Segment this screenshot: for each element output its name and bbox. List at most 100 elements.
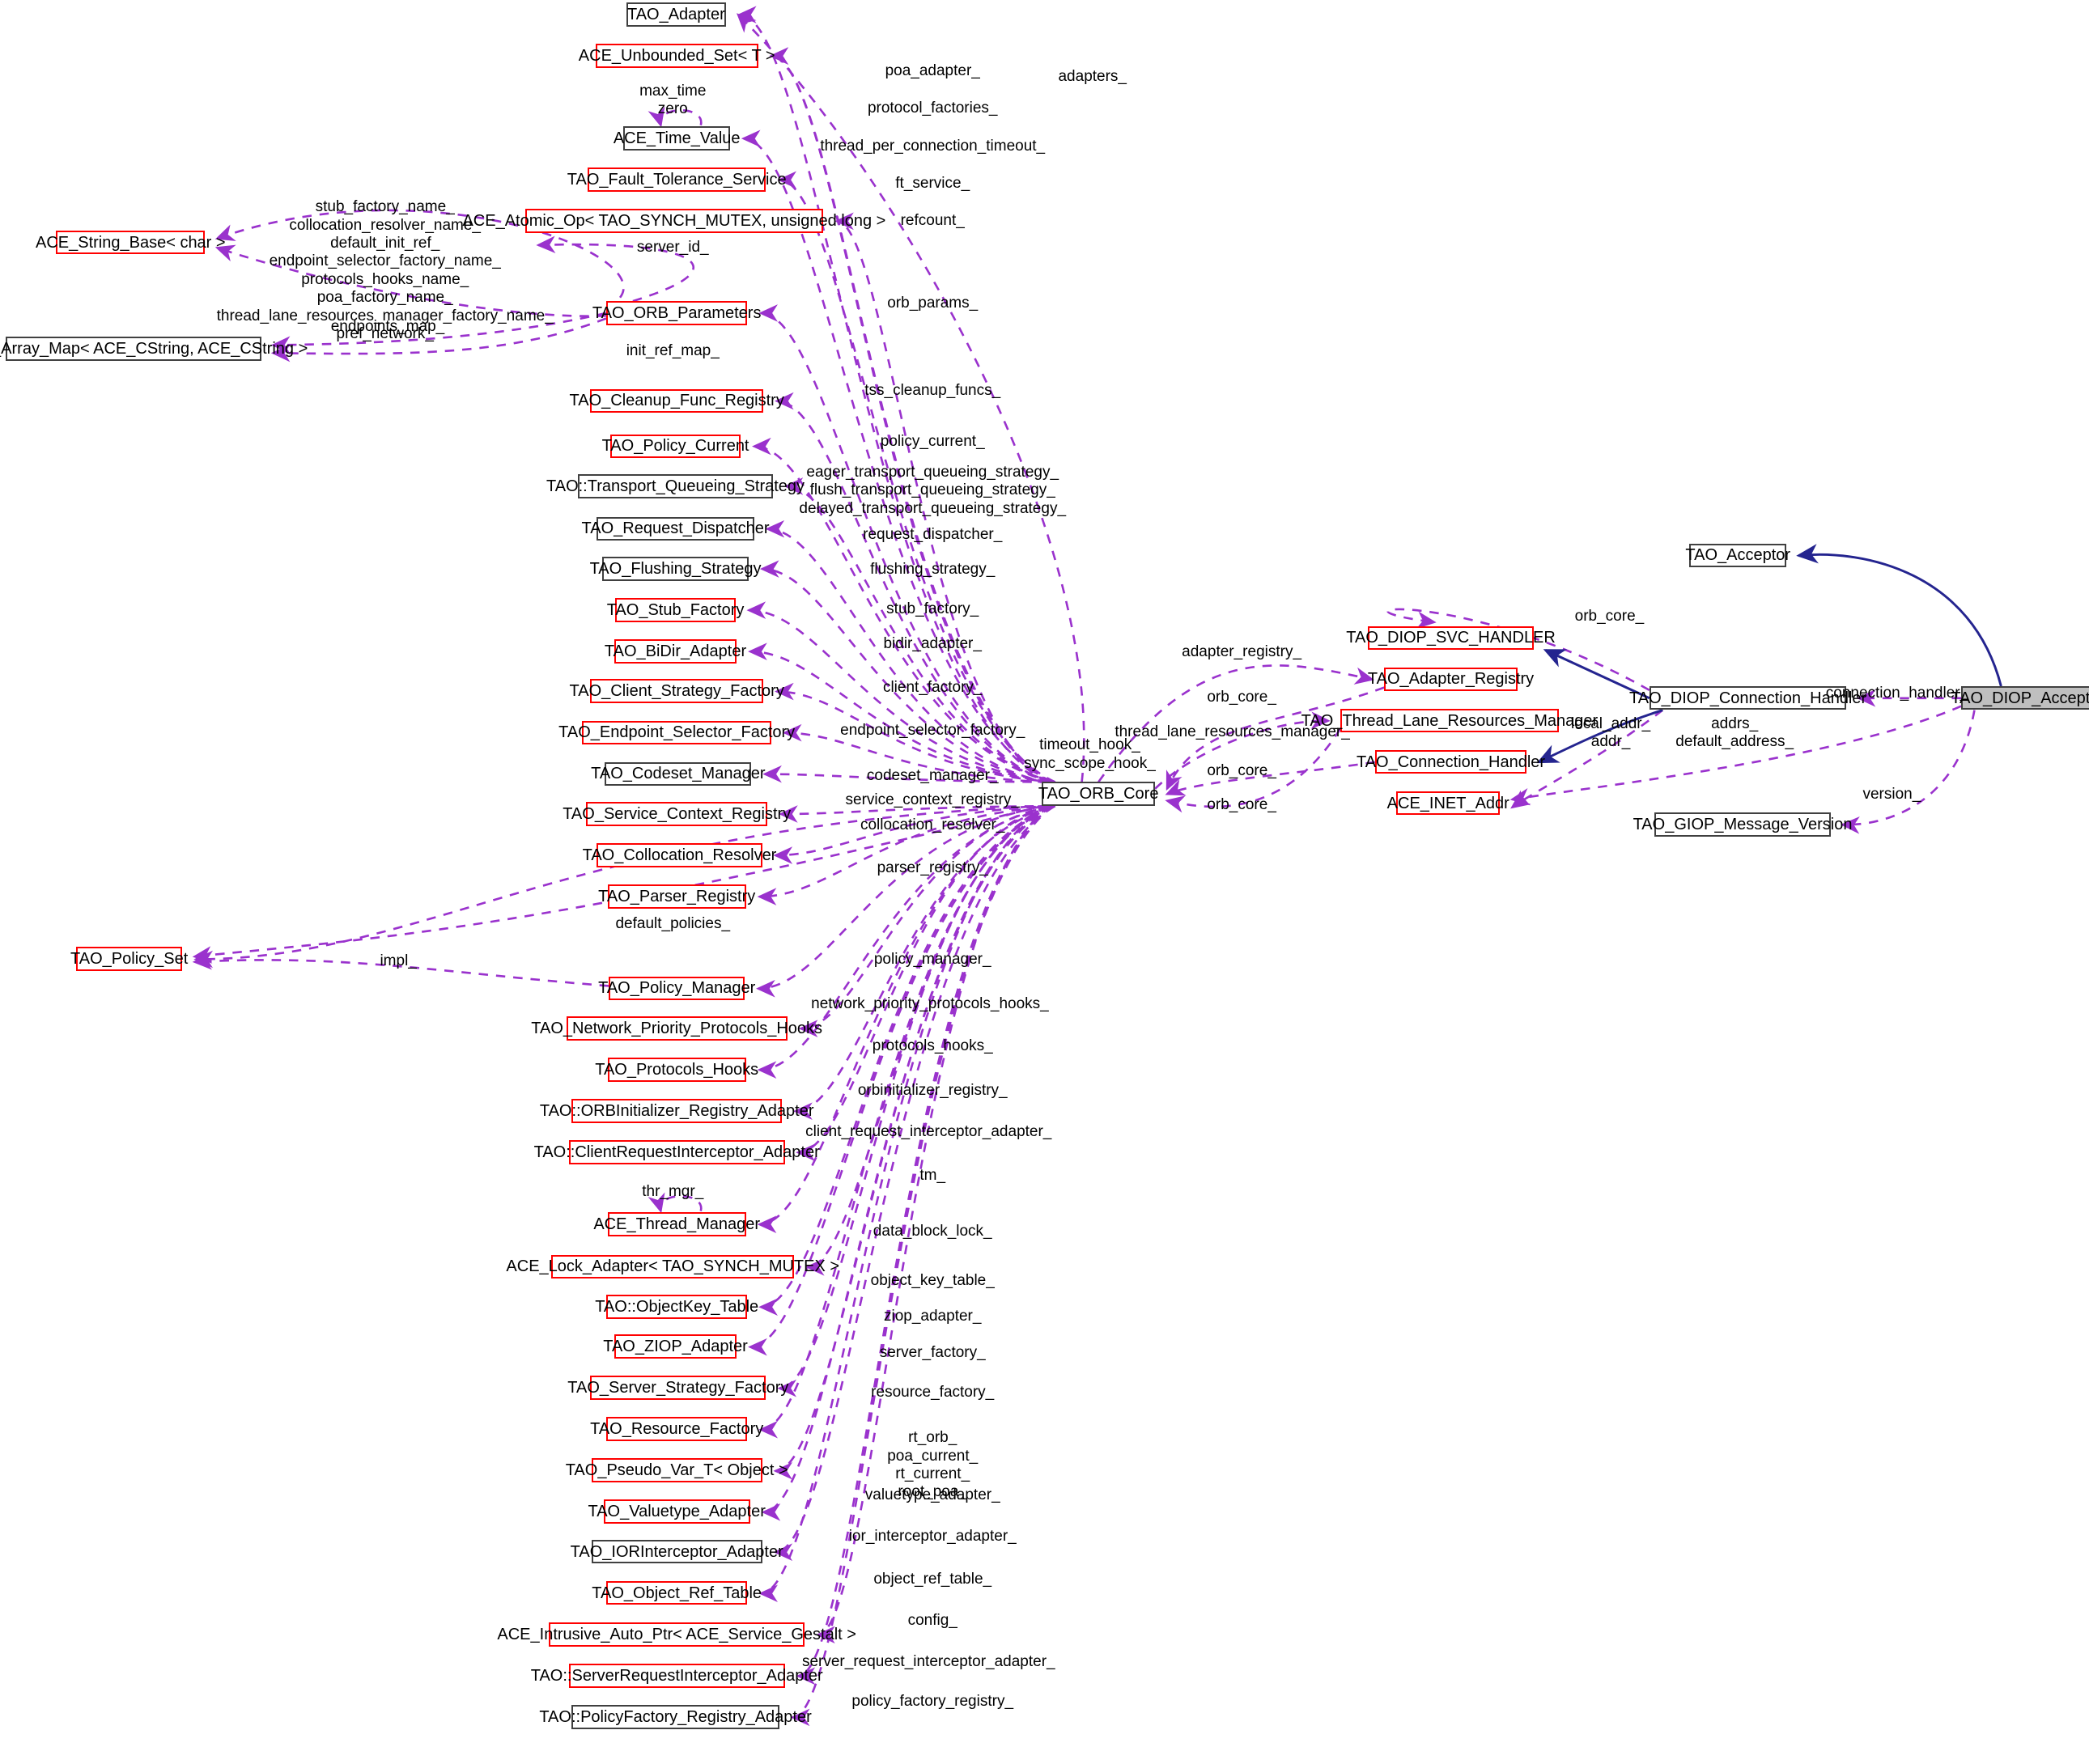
node-ace-lock-adapter[interactable]: ACE_Lock_Adapter< TAO_SYNCH_MUTEX > [506,1254,839,1279]
edge-label-transport-queueing: eager_transport_queueing_strategy_ flush… [799,463,1067,517]
node-tao-service-context-registry[interactable]: TAO_Service_Context_Registry [563,801,791,826]
node-tao-endpoint-selector-factory[interactable]: TAO_Endpoint_Selector_Factory [558,720,795,745]
edge-label-endpoints-map: endpoints_map_ [330,318,445,336]
node-tao-ziop-adapter[interactable]: TAO_ZIOP_Adapter [603,1334,748,1359]
edge-label-version: version_ [1862,786,1921,804]
node-tao-diop-acceptor[interactable]: TAO_DIOP_Acceptor [1951,685,2089,710]
edge-label-server-id: server_id_ [636,238,709,256]
node-tao-resource-factory[interactable]: TAO_Resource_Factory [590,1417,763,1442]
edge-label-orbinitializer-registry: orbinitializer_registry_ [857,1081,1008,1099]
edge-ace_unbounded_set [769,47,1052,783]
edge-label-parser-registry: parser_registry_ [877,859,988,876]
node-tao-policyfactory-registry-adapter[interactable]: TAO::PolicyFactory_Registry_Adapter [539,1704,812,1729]
edge-label-orb-core-1: orb_core_ [1207,689,1276,706]
edge-label-server-factory: server_factory_ [879,1343,986,1361]
edge-label-thread-lane-resources-manager: thread_lane_resources_manager_ [1115,723,1350,740]
node-tao-giop-message-version[interactable]: TAO_GIOP_Message_Version [1633,812,1852,837]
edge-label-adapter-registry: adapter_registry_ [1182,643,1302,661]
node-ace-string-base[interactable]: ACE_String_Base< char > [36,230,226,255]
edge-label-policy-current: policy_current_ [880,432,985,450]
edge-label-orb-core-3: orb_core_ [1207,796,1276,814]
node-tao-acceptor[interactable]: TAO_Acceptor [1685,543,1790,568]
edge-label-max-time-zero: max_time zero [639,83,707,118]
node-tao-transport-queueing-strategy[interactable]: TAO::Transport_Queueing_Strategy [546,473,805,498]
node-ace-inet-addr[interactable]: ACE_INET_Addr [1387,791,1509,816]
node-tao-serverrequestinterceptor-adapter[interactable]: TAO::ServerRequestInterceptor_Adapter [531,1663,823,1688]
node-tao-orbinitializer-registry-adapter[interactable]: TAO::ORBInitializer_Registry_Adapter [540,1098,814,1123]
node-tao-diop-connection-handler[interactable]: TAO_DIOP_Connection_Handler [1629,685,1866,710]
edge-label-stub-factory: stub_factory_ [886,600,979,618]
node-ace-time-value[interactable]: ACE_Time_Value [614,126,741,151]
node-tao-request-dispatcher[interactable]: TAO_Request_Dispatcher [582,516,770,541]
node-ace-unbounded-set[interactable]: ACE_Unbounded_Set< T > [579,44,775,68]
node-tao-stub-factory[interactable]: TAO_Stub_Factory [607,598,744,622]
node-tao-fault-tolerance-service[interactable]: TAO_Fault_Tolerance_Service [567,167,787,193]
node-tao-policy-manager[interactable]: TAO_Policy_Manager [598,976,755,1001]
edge-label-client-factory: client_factory_ [882,679,983,697]
edge-label-orb-core-4: orb_core_ [1574,607,1645,625]
edge-label-config: config_ [907,1611,957,1629]
edge-label-policy-factory-registry: policy_factory_registry_ [851,1693,1014,1711]
node-tao-policy-current[interactable]: TAO_Policy_Current [602,434,749,459]
edge-label-impl: impl_ [380,952,417,969]
node-tao-adapter[interactable]: TAO_Adapter [626,2,727,27]
edge-ace_unbounded_set [769,47,1050,783]
node-tao-codeset-manager[interactable]: TAO_Codeset_Manager [591,761,765,787]
edge-label-request-dispatcher: request_dispatcher_ [863,526,1003,544]
node-tao-adapter-registry[interactable]: TAO_Adapter_Registry [1368,667,1534,692]
node-tao-valuetype-adapter[interactable]: TAO_Valuetype_Adapter [588,1499,766,1524]
node-tao-policy-set[interactable]: TAO_Policy_Set [70,947,188,971]
edge-label-connection-handler: connection_handler_ [1825,685,1969,702]
node-tao-server-strategy-factory[interactable]: TAO_Server_Strategy_Factory [567,1376,788,1400]
node-tao-thread-lane-resources-manager[interactable]: TAO_Thread_Lane_Resources_Manager [1301,708,1598,733]
node-tao-objectkey-table[interactable]: TAO::ObjectKey_Table [595,1294,758,1319]
edge-label-policy-manager: policy_manager_ [873,951,991,969]
node-tao-parser-registry[interactable]: TAO_Parser_Registry [598,884,755,909]
node-tao-cleanup-func-registry[interactable]: TAO_Cleanup_Func_Registry [570,388,784,413]
edge-tao_clientrequestinterceptor_adapter [796,804,1048,1161]
edge-label-data-block-lock: data_block_lock_ [873,1223,992,1240]
node-ace-intrusive-auto-ptr[interactable]: ACE_Intrusive_Auto_Ptr< ACE_Service_Gest… [497,1622,856,1647]
edge-label-orb-core-2: orb_core_ [1207,761,1276,779]
node-tao-connection-handler[interactable]: TAO_Connection_Handler [1357,749,1545,774]
edge-label-adapters: adapters_ [1058,67,1127,85]
node-ace-atomic-op[interactable]: ACE_Atomic_Op< TAO_SYNCH_MUTEX, unsigned… [462,209,885,234]
node-tao-iorinterceptor-adapter[interactable]: TAO_IORInterceptor_Adapter [571,1539,783,1564]
node-tao-clientrequestinterceptor-adapter[interactable]: TAO::ClientRequestInterceptor_Adapter [534,1140,820,1164]
edge-label-server-request-interceptor-adapter: server_request_interceptor_adapter_ [801,1652,1055,1670]
edge-label-resource-factory: resource_factory_ [871,1384,995,1401]
edge-label-init-ref-map: init_ref_map_ [626,342,720,360]
node-tao-network-priority-protocols-hooks[interactable]: TAO_Network_Priority_Protocols_Hooks [531,1016,822,1041]
edge-label-flushing-strategy: flushing_strategy_ [870,560,996,578]
edge-label-poa-adapter: poa_adapter_ [885,62,980,80]
edge-label-timeout-sync-hook: timeout_hook_ sync_scope_hook_ [1024,736,1156,772]
edge-label-protocols-hooks: protocols_hooks_ [872,1037,993,1055]
edge-label-object-key-table: object_key_table_ [870,1271,995,1289]
node-tao-orb-core[interactable]: TAO_ORB_Core [1038,782,1158,806]
collaboration-diagram: TAO_Adapter ACE_Unbounded_Set< T > ACE_Tim… [0,0,2089,1764]
edge-label-default-policies: default_policies_ [615,914,731,932]
edge-label-collocation-resolver: collocation_resolver_ [860,816,1005,834]
node-tao-pseudo-var-t[interactable]: TAO_Pseudo_Var_T< Object > [566,1458,788,1483]
edge-tao_bidir_adapter [748,642,1054,783]
node-tao-bidir-adapter[interactable]: TAO_BiDir_Adapter [605,639,746,664]
node-tao-client-strategy-factory[interactable]: TAO_Client_Strategy_Factory [570,679,784,704]
node-ace-thread-manager[interactable]: ACE_Thread_Manager [593,1211,760,1236]
edge-label-object-ref-table: object_ref_table_ [873,1570,992,1588]
node-tao-diop-svc-handler[interactable]: TAO_DIOP_SVC_HANDLER [1346,625,1556,651]
node-tao-orb-parameters[interactable]: TAO_ORB_Parameters [592,301,761,325]
edge-label-bidir-adapter: bidir_adapter_ [883,635,982,653]
edge-label-ft-service: ft_service_ [895,174,970,192]
edge-inherit-acceptor [1796,544,2002,687]
edge-label-addrs-default-address: addrs_ default_address_ [1675,715,1794,751]
edge-label-valuetype-adapter: valuetype_adapter_ [864,1486,1000,1503]
edge-label-protocol-factories: protocol_factories_ [867,100,998,117]
node-tao-flushing-strategy[interactable]: TAO_Flushing_Strategy [590,557,762,581]
edge-label-ziop-adapter: ziop_adapter_ [884,1308,982,1325]
edge-label-tss-cleanup-funcs: tss_cleanup_funcs_ [864,382,1001,400]
edge-version [1840,710,1976,834]
node-tao-protocols-hooks[interactable]: TAO_Protocols_Hooks [595,1057,758,1082]
node-tao-collocation-resolver[interactable]: TAO_Collocation_Resolver [583,842,776,867]
node-tao-object-ref-table[interactable]: TAO_Object_Ref_Table [592,1580,762,1605]
edge-label-local-addr: local_addr_ addr_ [1570,715,1651,751]
